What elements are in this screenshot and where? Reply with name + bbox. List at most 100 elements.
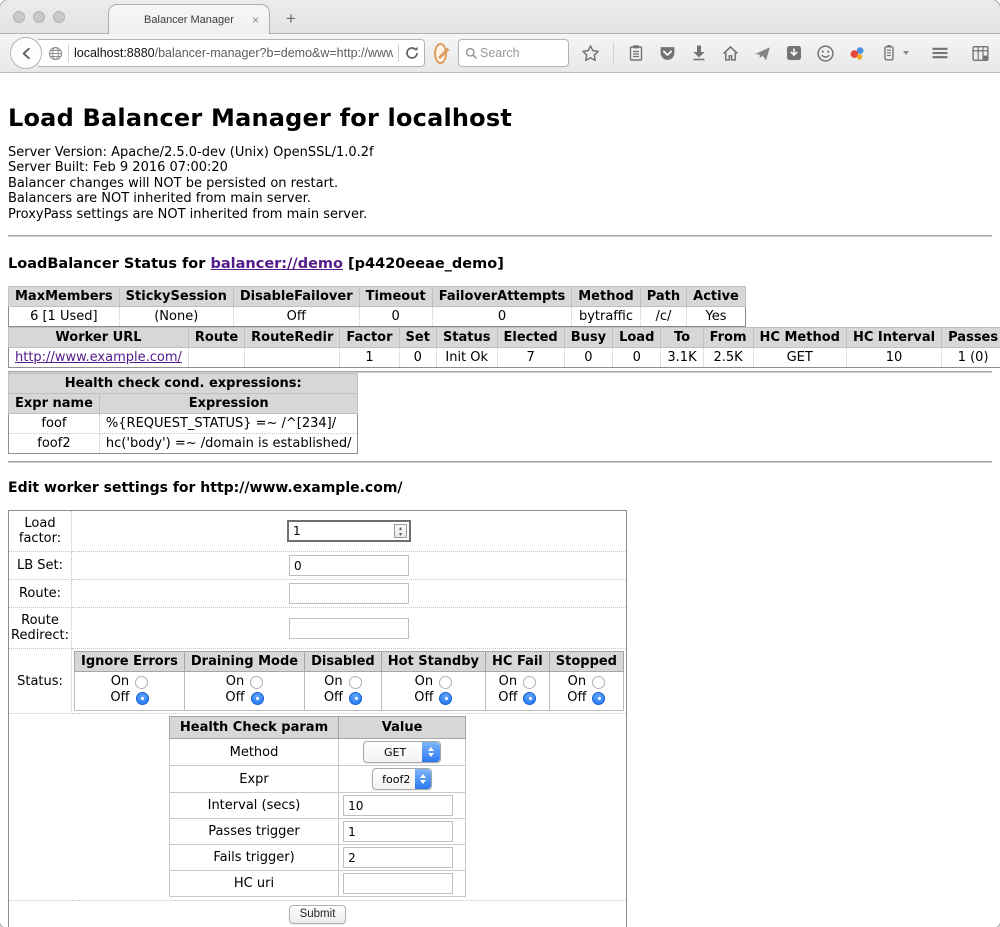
column-header-route: Route bbox=[188, 328, 244, 348]
column-header-passes: Passes bbox=[942, 328, 1000, 348]
minimize-window-button[interactable] bbox=[33, 11, 45, 23]
back-button[interactable] bbox=[10, 37, 42, 69]
table-cell: 1 bbox=[340, 348, 399, 368]
status-cell-hc-fail: OnOff bbox=[486, 672, 550, 711]
radio-disabled-on[interactable] bbox=[349, 676, 362, 689]
bookmarks-clipboard-icon[interactable] bbox=[627, 44, 645, 62]
radio-label: Off bbox=[110, 690, 129, 706]
passes-trigger-input[interactable] bbox=[343, 821, 453, 842]
select-arrows-icon bbox=[415, 769, 431, 789]
number-stepper-icon[interactable]: ▴▾ bbox=[394, 524, 407, 538]
table-cell: 0 bbox=[432, 307, 572, 327]
url-text[interactable]: localhost:8880/balancer-manager?b=demo&w… bbox=[74, 46, 393, 60]
table-cell: 10 bbox=[846, 348, 941, 368]
column-header-hc-interval: HC Interval bbox=[846, 328, 941, 348]
server-info-line: ProxyPass settings are NOT inherited fro… bbox=[8, 207, 992, 222]
hc-row-hc-uri: HC uri bbox=[169, 871, 465, 897]
column-header-status: Status bbox=[436, 328, 497, 348]
page-title: Load Balancer Manager for localhost bbox=[8, 104, 992, 132]
color-dots-icon[interactable] bbox=[848, 44, 867, 63]
table-cell: bytraffic bbox=[572, 307, 640, 327]
select-arrows-icon bbox=[422, 742, 440, 762]
radio-disabled-off[interactable] bbox=[349, 692, 362, 705]
zoom-window-button[interactable] bbox=[53, 11, 65, 23]
loadbalancer-status-heading: LoadBalancer Status for balancer://demo … bbox=[8, 256, 992, 272]
expr-select[interactable]: foof2 bbox=[372, 768, 432, 790]
tab-balancer-manager[interactable]: Balancer Manager × bbox=[108, 4, 270, 34]
table-cell: 2.5K bbox=[703, 348, 753, 368]
lb-set-label: LB Set: bbox=[9, 552, 72, 580]
close-window-button[interactable] bbox=[13, 11, 25, 23]
hc-row-fails-trigger: Fails trigger) bbox=[169, 845, 465, 871]
radio-stopped-on[interactable] bbox=[592, 676, 605, 689]
status-cell-disabled: OnOff bbox=[305, 672, 382, 711]
balancer-link[interactable]: balancer://demo bbox=[210, 256, 343, 272]
worker-url-link[interactable]: http://www.example.com/ bbox=[15, 350, 182, 365]
worker-url-cell: http://www.example.com/ bbox=[9, 348, 189, 368]
new-tab-button[interactable]: + bbox=[286, 9, 296, 29]
route-redirect-input[interactable] bbox=[289, 618, 409, 639]
radio-ignore-errors-on[interactable] bbox=[135, 676, 148, 689]
status-table: Ignore ErrorsDraining ModeDisabledHot St… bbox=[74, 651, 624, 711]
hc-row-method: MethodGET bbox=[169, 739, 465, 766]
lb-set-input[interactable] bbox=[289, 555, 409, 576]
status-row: Status: Ignore ErrorsDraining ModeDisabl… bbox=[9, 649, 627, 714]
hc-uri-input[interactable] bbox=[343, 873, 453, 894]
form-row-lb-set: LB Set: bbox=[9, 552, 627, 580]
close-tab-icon[interactable]: × bbox=[252, 13, 259, 27]
column-header-failoverattempts: FailoverAttempts bbox=[432, 287, 572, 307]
download-icon[interactable] bbox=[690, 44, 708, 62]
column-header-to: To bbox=[661, 328, 703, 348]
expression-cell: %{REQUEST_STATUS} =~ /^[234]/ bbox=[99, 414, 358, 434]
radio-label: Off bbox=[414, 690, 433, 706]
expr-label: Expr bbox=[169, 766, 338, 793]
method-select[interactable]: GET bbox=[363, 741, 441, 763]
form-row-route: Route: bbox=[9, 580, 627, 608]
load-factor-input[interactable] bbox=[287, 520, 411, 542]
radio-hc-fail-off[interactable] bbox=[523, 692, 536, 705]
expr-name-cell: foof2 bbox=[9, 434, 100, 454]
reload-icon[interactable] bbox=[404, 45, 420, 61]
load-factor-label: Load factor: bbox=[9, 511, 72, 552]
fails-trigger-label: Fails trigger) bbox=[169, 845, 338, 871]
edit-worker-form: Load factor:▴▾LB Set:Route:Route Redirec… bbox=[8, 510, 627, 927]
radio-draining-mode-on[interactable] bbox=[250, 676, 263, 689]
radio-ignore-errors-off[interactable] bbox=[136, 692, 149, 705]
radio-hot-standby-off[interactable] bbox=[439, 692, 452, 705]
radio-label: On bbox=[324, 674, 342, 690]
fails-trigger-input[interactable] bbox=[343, 847, 453, 868]
search-box[interactable] bbox=[458, 39, 569, 67]
page-content: Load Balancer Manager for localhost Serv… bbox=[0, 104, 1000, 927]
column-header-elected: Elected bbox=[497, 328, 564, 348]
smiley-icon[interactable] bbox=[816, 44, 835, 63]
home-icon[interactable] bbox=[721, 44, 740, 63]
route-input[interactable] bbox=[289, 583, 409, 604]
window-controls[interactable] bbox=[13, 11, 65, 23]
radio-hc-fail-on[interactable] bbox=[523, 676, 536, 689]
table-cell bbox=[245, 348, 340, 368]
column-header-disablefailover: DisableFailover bbox=[233, 287, 359, 307]
pocket-icon[interactable] bbox=[658, 44, 677, 63]
reader-square-icon[interactable] bbox=[785, 44, 803, 62]
submit-button[interactable]: Submit bbox=[289, 905, 347, 924]
dropdown-caret-icon[interactable] bbox=[903, 51, 909, 55]
bookmark-star-icon[interactable] bbox=[581, 44, 600, 63]
search-input[interactable] bbox=[478, 45, 562, 61]
interval-secs-input[interactable] bbox=[343, 795, 453, 816]
radio-draining-mode-off[interactable] bbox=[251, 692, 264, 705]
apps-grid-icon[interactable] bbox=[971, 44, 990, 63]
table-cell: 0 bbox=[359, 307, 432, 327]
send-plane-icon[interactable] bbox=[753, 44, 772, 63]
battery-icon[interactable] bbox=[880, 44, 898, 62]
server-info: Server Version: Apache/2.5.0-dev (Unix) … bbox=[8, 145, 992, 222]
blocked-content-icon[interactable] bbox=[434, 43, 447, 64]
table-cell: Yes bbox=[687, 307, 746, 327]
radio-stopped-off[interactable] bbox=[592, 692, 605, 705]
url-bar[interactable]: localhost:8880/balancer-manager?b=demo&w… bbox=[38, 39, 425, 67]
radio-hot-standby-on[interactable] bbox=[439, 676, 452, 689]
column-header-hot-standby: Hot Standby bbox=[381, 652, 485, 672]
menu-hamburger-icon[interactable] bbox=[930, 44, 950, 62]
table-cell: GET bbox=[753, 348, 846, 368]
search-icon bbox=[465, 47, 478, 60]
column-header-path: Path bbox=[640, 287, 686, 307]
